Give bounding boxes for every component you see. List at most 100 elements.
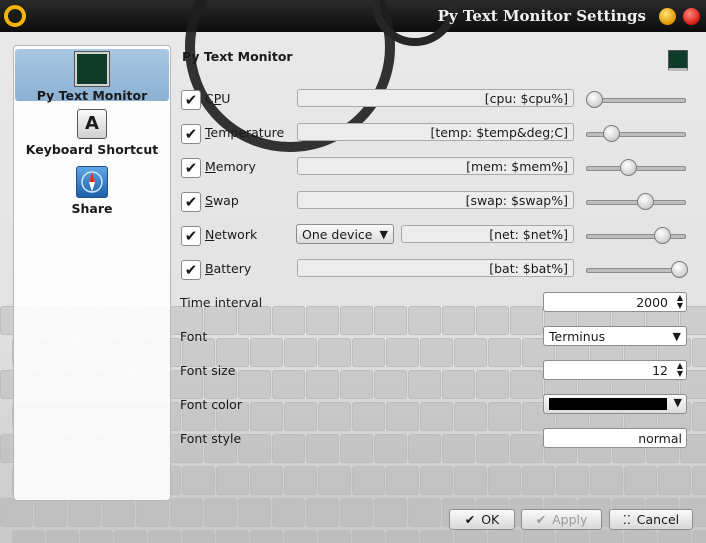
temperature-checkbox[interactable]: ✔ bbox=[181, 124, 201, 144]
keyboard-key-decor bbox=[556, 466, 589, 495]
font-label: Font bbox=[180, 329, 208, 344]
network-format-field[interactable]: [net: $net%] bbox=[401, 225, 574, 243]
network-label: Network bbox=[205, 227, 258, 242]
memory-label: Memory bbox=[205, 159, 256, 174]
keyboard-key-decor bbox=[488, 466, 521, 495]
memory-checkbox[interactable]: ✔ bbox=[181, 158, 201, 178]
time-interval-label: Time interval bbox=[180, 295, 263, 310]
font-size-row: Font size 12 ▲ ▼ bbox=[180, 360, 690, 382]
font-size-spinbox[interactable]: 12 ▲ ▼ bbox=[543, 360, 687, 380]
cancel-dots-icon: ⁚⁚ bbox=[622, 512, 631, 527]
keyboard-key-decor bbox=[386, 530, 419, 543]
slider-knob[interactable] bbox=[671, 261, 688, 278]
monitor-row-battery: ✔ Battery [bat: $bat%] bbox=[181, 258, 691, 282]
keyboard-key-decor bbox=[374, 498, 407, 527]
keyboard-key-decor bbox=[522, 466, 555, 495]
monitor-row-memory: ✔ Memory [mem: $mem%] bbox=[181, 156, 691, 180]
font-color-label: Font color bbox=[180, 397, 242, 412]
keyboard-key-decor bbox=[102, 498, 135, 527]
keyboard-key-decor bbox=[216, 466, 249, 495]
keyboard-key-decor bbox=[658, 530, 691, 543]
cpu-format-field[interactable]: [cpu: $cpu%] bbox=[297, 89, 574, 107]
network-position-slider[interactable] bbox=[586, 224, 686, 246]
memory-position-slider[interactable] bbox=[586, 156, 686, 178]
time-interval-value: 2000 bbox=[636, 295, 668, 310]
spin-arrows-icon[interactable]: ▲ ▼ bbox=[677, 362, 683, 378]
keyboard-key-decor bbox=[250, 466, 283, 495]
ok-button[interactable]: ✔ OK bbox=[449, 509, 515, 530]
keyboard-key-decor bbox=[420, 466, 453, 495]
slider-knob[interactable] bbox=[637, 193, 654, 210]
temperature-format-field[interactable]: [temp: $temp&deg;C] bbox=[297, 123, 574, 141]
sidebar-item-share[interactable]: Share bbox=[15, 166, 169, 216]
keyboard-key-decor bbox=[556, 530, 589, 543]
font-style-label: Font style bbox=[180, 431, 242, 446]
keyboard-key-decor bbox=[238, 498, 271, 527]
time-interval-spinbox[interactable]: 2000 ▲ ▼ bbox=[543, 292, 687, 312]
checkmark-icon: ✔ bbox=[535, 512, 547, 527]
keyboard-key-decor bbox=[454, 530, 487, 543]
keyboard-key-decor bbox=[0, 498, 33, 527]
keyboard-key-decor bbox=[488, 530, 521, 543]
slider-knob[interactable] bbox=[654, 227, 671, 244]
keyboard-key-decor bbox=[170, 498, 203, 527]
sidebar-item-py-text-monitor[interactable]: Py Text Monitor bbox=[15, 49, 169, 103]
apply-button[interactable]: ✔ Apply bbox=[521, 509, 602, 530]
font-value: Terminus bbox=[549, 329, 606, 344]
keyboard-key-decor bbox=[590, 530, 623, 543]
font-color-button[interactable]: ▼ bbox=[543, 394, 687, 414]
keyboard-key-decor bbox=[46, 530, 79, 543]
memory-format-field[interactable]: [mem: $mem%] bbox=[297, 157, 574, 175]
keyboard-key-decor bbox=[284, 466, 317, 495]
keyboard-key-decor bbox=[250, 530, 283, 543]
title-bar: Py Text Monitor Settings bbox=[0, 0, 706, 152]
battery-label: Battery bbox=[205, 261, 252, 276]
sidebar-item-keyboard-shortcut[interactable]: A Keyboard Shortcut bbox=[15, 109, 169, 157]
keyboard-key-decor bbox=[624, 466, 657, 495]
sidebar-item-label: Py Text Monitor bbox=[36, 88, 148, 103]
font-style-field[interactable]: normal bbox=[543, 428, 687, 448]
window-title: Py Text Monitor Settings bbox=[437, 7, 646, 25]
keyboard-key-decor bbox=[352, 466, 385, 495]
temperature-label: Temperature bbox=[205, 125, 285, 140]
keyboard-key-decor bbox=[182, 466, 215, 495]
slider-knob[interactable] bbox=[586, 91, 603, 108]
swap-checkbox[interactable]: ✔ bbox=[181, 192, 201, 212]
battery-format-field[interactable]: [bat: $bat%] bbox=[297, 259, 574, 277]
font-style-row: Font style normal bbox=[180, 428, 690, 450]
font-row: Font Terminus ▼ bbox=[180, 326, 690, 348]
swap-format-field[interactable]: [swap: $swap%] bbox=[297, 191, 574, 209]
cpu-checkbox[interactable]: ✔ bbox=[181, 90, 201, 110]
swap-label: Swap bbox=[205, 193, 239, 208]
slider-knob[interactable] bbox=[620, 159, 637, 176]
keyboard-key-decor bbox=[318, 530, 351, 543]
battery-checkbox[interactable]: ✔ bbox=[181, 260, 201, 280]
time-interval-row: Time interval 2000 ▲ ▼ bbox=[180, 292, 690, 314]
swap-position-slider[interactable] bbox=[586, 190, 686, 212]
keyboard-key-decor bbox=[148, 530, 181, 543]
monitor-icon bbox=[75, 52, 109, 86]
font-color-row: Font color ▼ bbox=[180, 394, 690, 416]
cancel-label: Cancel bbox=[636, 512, 680, 527]
keyboard-key-decor bbox=[272, 498, 305, 527]
cancel-button[interactable]: ⁚⁚ Cancel bbox=[609, 509, 693, 530]
keyboard-key-decor bbox=[692, 466, 706, 495]
close-button[interactable] bbox=[683, 8, 700, 25]
sidebar-item-label: Keyboard Shortcut bbox=[25, 142, 159, 157]
battery-position-slider[interactable] bbox=[586, 258, 688, 280]
keyboard-key-decor bbox=[284, 530, 317, 543]
ok-label: OK bbox=[481, 512, 500, 527]
sidebar: Py Text Monitor A Keyboard Shortcut Shar… bbox=[13, 45, 171, 501]
cpu-position-slider[interactable] bbox=[586, 88, 686, 110]
minimize-button[interactable] bbox=[659, 8, 676, 25]
keyboard-key-decor bbox=[182, 530, 215, 543]
slider-knob[interactable] bbox=[603, 125, 620, 142]
network-checkbox[interactable]: ✔ bbox=[181, 226, 201, 246]
font-combobox[interactable]: Terminus ▼ bbox=[543, 326, 687, 346]
slider-track bbox=[586, 132, 686, 137]
app-swirl-icon[interactable] bbox=[4, 5, 26, 27]
slider-track bbox=[586, 234, 686, 239]
temperature-position-slider[interactable] bbox=[586, 122, 686, 144]
spin-arrows-icon[interactable]: ▲ ▼ bbox=[677, 294, 683, 310]
network-device-select[interactable]: One device ▼ bbox=[296, 224, 394, 244]
